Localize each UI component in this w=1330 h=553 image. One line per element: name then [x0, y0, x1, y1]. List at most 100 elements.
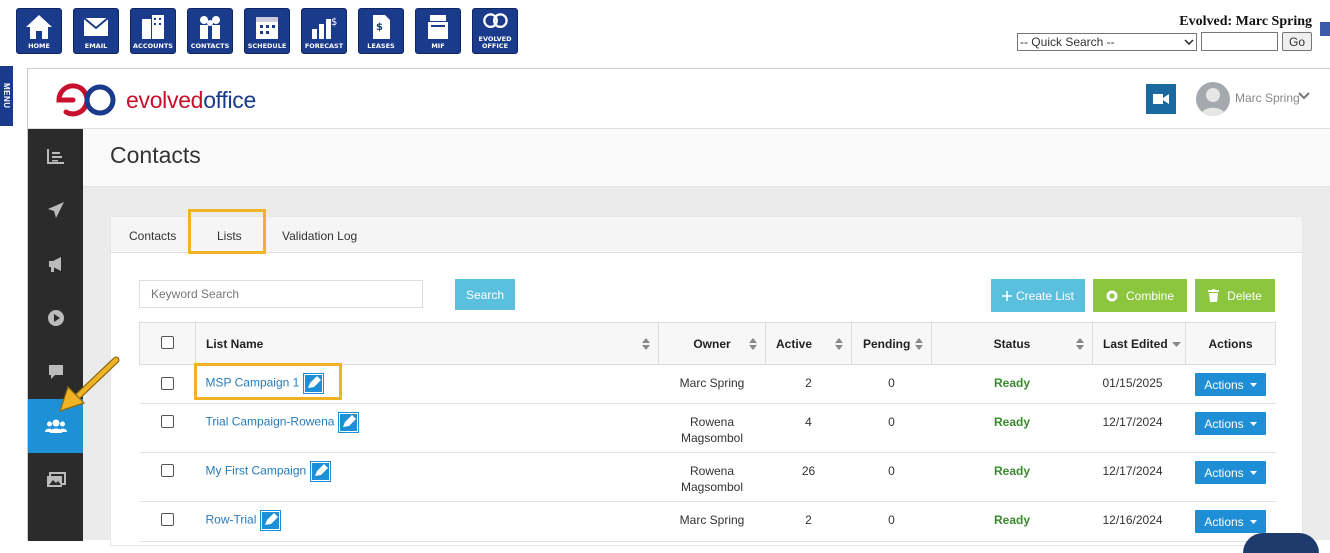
nav-mif-button[interactable]: MIF	[415, 8, 461, 54]
user-banner: Evolved: Marc Spring	[1179, 14, 1312, 29]
go-button[interactable]: Go	[1281, 32, 1312, 51]
brand-prefix: evolved	[126, 86, 204, 113]
status-badge: Ready	[993, 376, 1031, 390]
calendar-shortcut-icon[interactable]	[1320, 22, 1330, 36]
sidebar-item-announcements[interactable]	[28, 237, 83, 291]
sort-icon	[749, 338, 757, 350]
search-button[interactable]: Search	[455, 279, 515, 310]
table-row: Row-Trial Marc Spring 2 0 Ready 12/16/20…	[139, 501, 1276, 542]
column-header-active[interactable]: Active	[765, 322, 852, 365]
sidebar-item-dashboard[interactable]	[28, 129, 83, 183]
quick-search-input[interactable]	[1200, 32, 1278, 51]
nav-evolved-office-button[interactable]: EVOLVED OFFICE	[472, 8, 518, 54]
tab-contacts[interactable]: Contacts	[129, 229, 176, 243]
page-title: Contacts	[110, 142, 201, 168]
select-all-cell	[139, 322, 196, 365]
lists-table: List Name Owner Active Pending Status La…	[139, 322, 1276, 542]
users-icon	[44, 419, 67, 433]
owner-cell: Rowena Magsombol	[658, 452, 766, 502]
status-cell: Ready	[931, 403, 1093, 453]
actions-cell: Actions	[1185, 364, 1276, 404]
chat-widget-button[interactable]	[1243, 533, 1319, 553]
row-actions-label: Actions	[1204, 465, 1244, 480]
forecast-icon: $	[312, 17, 337, 39]
row-actions-button[interactable]: Actions	[1195, 412, 1266, 435]
create-list-button[interactable]: Create List	[991, 279, 1085, 312]
svg-text:$: $	[376, 22, 383, 33]
row-checkbox-cell	[139, 452, 196, 502]
column-header-list-name[interactable]: List Name	[195, 322, 659, 365]
row-checkbox-cell	[139, 364, 196, 404]
delete-button[interactable]: Delete	[1195, 279, 1275, 312]
brand-wordmark: evolvedoffice	[126, 87, 256, 114]
row-checkbox[interactable]	[161, 464, 174, 477]
brand-logo[interactable]: evolvedoffice	[54, 83, 256, 117]
svg-text:$: $	[331, 17, 337, 28]
row-actions-button[interactable]: Actions	[1195, 373, 1266, 396]
combine-button[interactable]: Combine	[1093, 279, 1187, 312]
sidebar-item-campaigns[interactable]	[28, 183, 83, 237]
list-name-header-label: List Name	[206, 336, 264, 351]
last-edited-header-label: Last Edited	[1103, 336, 1168, 351]
last-edited-cell: 12/17/2024	[1092, 452, 1186, 502]
row-checkbox[interactable]	[161, 415, 174, 428]
list-name-cell: MSP Campaign 1	[195, 364, 659, 404]
nav-email-button[interactable]: EMAIL	[73, 8, 119, 54]
delete-label: Delete	[1227, 288, 1262, 303]
nav-accounts-button[interactable]: ACCOUNTS	[130, 8, 176, 54]
select-all-checkbox[interactable]	[161, 335, 174, 349]
nav-schedule-label: SCHEDULE	[247, 42, 287, 50]
owner-header-label: Owner	[693, 336, 731, 351]
edit-list-icon[interactable]	[310, 461, 332, 482]
list-name-link[interactable]: Row-Trial	[206, 513, 257, 527]
email-icon	[83, 17, 109, 36]
column-header-pending[interactable]: Pending	[851, 322, 932, 365]
sort-icon	[835, 338, 843, 350]
row-checkbox[interactable]	[161, 377, 174, 390]
row-actions-label: Actions	[1204, 514, 1244, 529]
module-nav: HOME EMAIL ACCOUNTS CONTACTS SCHEDULE $ …	[16, 8, 529, 54]
quick-search-select[interactable]: -- Quick Search --	[1016, 32, 1197, 51]
sidebar-item-videos[interactable]	[28, 291, 83, 345]
menu-tab[interactable]: MENU	[0, 66, 13, 126]
keyword-search-input[interactable]: Keyword Search	[139, 280, 423, 308]
column-header-status[interactable]: Status	[931, 322, 1093, 365]
tab-lists[interactable]: Lists	[217, 229, 242, 243]
table-header-row: List Name Owner Active Pending Status La…	[139, 322, 1276, 365]
list-name-link[interactable]: MSP Campaign 1	[206, 376, 300, 390]
edit-list-icon[interactable]	[303, 373, 325, 394]
active-count-cell: 2	[765, 364, 852, 404]
header-user-name[interactable]: Marc Spring	[1235, 91, 1300, 105]
nav-contacts-label: CONTACTS	[190, 42, 230, 50]
edit-list-icon[interactable]	[260, 510, 282, 531]
list-name-link[interactable]: Trial Campaign-Rowena	[206, 415, 335, 429]
nav-mif-label: MIF	[431, 42, 445, 50]
nav-schedule-button[interactable]: SCHEDULE	[244, 8, 290, 54]
status-cell: Ready	[931, 364, 1093, 404]
video-button[interactable]	[1146, 84, 1176, 114]
caret-down-icon	[1249, 519, 1257, 524]
megaphone-icon	[48, 257, 61, 272]
row-actions-button[interactable]: Actions	[1195, 461, 1266, 484]
create-list-label: Create List	[1015, 288, 1075, 303]
status-badge: Ready	[993, 415, 1031, 429]
column-header-last-edited[interactable]: Last Edited	[1092, 322, 1186, 365]
nav-home-button[interactable]: HOME	[16, 8, 62, 54]
tab-validation-log[interactable]: Validation Log	[282, 229, 357, 243]
edit-list-icon[interactable]	[338, 412, 360, 433]
accounts-icon	[142, 15, 164, 39]
sort-desc-icon	[1172, 341, 1182, 347]
table-row: Trial Campaign-Rowena Rowena Magsombol 4…	[139, 403, 1276, 453]
nav-evolved-office-label: EVOLVED OFFICE	[478, 35, 512, 50]
nav-forecast-label: FORECAST	[304, 42, 344, 50]
row-checkbox[interactable]	[161, 513, 174, 526]
nav-leases-button[interactable]: $ LEASES	[358, 8, 404, 54]
nav-forecast-button[interactable]: $ FORECAST	[301, 8, 347, 54]
sidebar-item-media[interactable]	[28, 453, 83, 507]
row-actions-button[interactable]: Actions	[1195, 510, 1266, 533]
column-header-owner[interactable]: Owner	[658, 322, 766, 365]
list-name-link[interactable]: My First Campaign	[206, 464, 307, 478]
user-avatar[interactable]	[1196, 82, 1230, 116]
nav-contacts-button[interactable]: CONTACTS	[187, 8, 233, 54]
user-menu-chevron-icon[interactable]	[1298, 89, 1310, 103]
